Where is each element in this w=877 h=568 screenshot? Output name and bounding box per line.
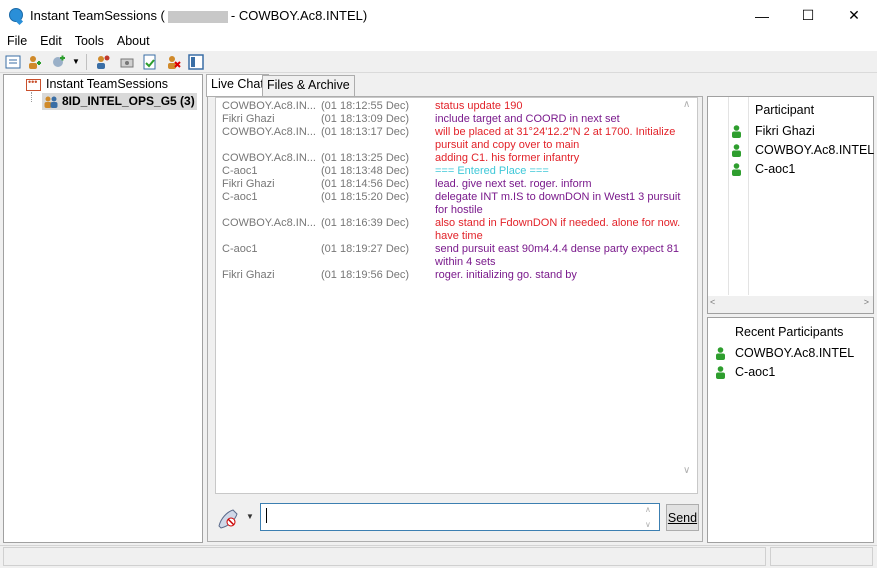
menu-about[interactable]: About	[110, 31, 156, 51]
message-sender: Fikri Ghazi	[222, 113, 275, 125]
horizontal-scrollbar[interactable]: < >	[708, 296, 873, 313]
maximize-button[interactable]: ☐	[785, 0, 831, 31]
tree-item-label: 8ID_INTEL_OPS_G5 (3)	[62, 94, 195, 108]
message-timestamp: (01 18:16:39 Dec)	[321, 217, 410, 229]
panel-layout-icon[interactable]	[188, 54, 204, 70]
remove-user-icon[interactable]	[165, 54, 181, 70]
menu-edit[interactable]: Edit	[33, 31, 68, 51]
title-suffix: - COWBOY.Ac8.INTEL)	[230, 8, 368, 23]
message-timestamp: (01 18:15:20 Dec)	[321, 191, 410, 203]
message-sender: COWBOY.Ac8.IN...	[222, 217, 316, 229]
message-text: adding C1. his former infantry	[435, 152, 580, 164]
person-icon	[716, 366, 725, 379]
redacted-username	[167, 10, 228, 23]
document-check-icon[interactable]	[142, 54, 158, 70]
window-title: Instant TeamSessions ( - COWBOY.Ac8.INTEL…	[30, 8, 367, 23]
participant-item[interactable]: COWBOY.Ac8.INTEL	[755, 143, 874, 157]
message-timestamp: (01 18:12:55 Dec)	[321, 100, 410, 112]
add-dropdown-icon[interactable]	[50, 54, 66, 70]
users-icon[interactable]	[95, 54, 111, 70]
menu-tools[interactable]: Tools	[68, 31, 110, 51]
emoticon-icon[interactable]	[215, 506, 241, 530]
message-sender: Fikri Ghazi	[222, 178, 275, 190]
message-text: send pursuit east 90m4.4.4 dense party e…	[435, 243, 679, 268]
dropdown-arrow-icon[interactable]: ▼	[72, 57, 80, 66]
message-timestamp: (01 18:13:17 Dec)	[321, 126, 410, 138]
message-sender: COWBOY.Ac8.IN...	[222, 100, 316, 112]
message-text: will be placed at 31°24'12.2"N 2 at 1700…	[435, 126, 676, 151]
tree-connector	[31, 92, 32, 102]
message-sender: COWBOY.Ac8.IN...	[222, 126, 316, 138]
scroll-right-icon[interactable]: >	[864, 297, 869, 307]
message-timestamp: (01 18:19:27 Dec)	[321, 243, 410, 255]
scroll-left-icon[interactable]: <	[710, 297, 715, 307]
group-icon	[44, 96, 58, 108]
status-pane-secondary	[770, 547, 873, 566]
person-icon	[732, 163, 741, 176]
message-text: roger. initializing go. stand by	[435, 269, 577, 281]
send-button[interactable]: Send	[666, 504, 699, 531]
session-tree	[3, 74, 203, 543]
tab-live-chat[interactable]: Live Chat	[206, 74, 269, 97]
status-pane-main	[3, 547, 766, 566]
minimize-button[interactable]: —	[739, 0, 785, 31]
broadcast-icon[interactable]	[119, 54, 135, 70]
menu-file[interactable]: File	[0, 31, 33, 51]
recent-participant-item[interactable]: C-aoc1	[735, 365, 775, 379]
scroll-down-icon[interactable]: ∨	[683, 465, 690, 476]
tab-files-archive[interactable]: Files & Archive	[262, 75, 355, 96]
recent-participant-item[interactable]: COWBOY.Ac8.INTEL	[735, 346, 854, 360]
participants-header[interactable]: Participant	[755, 103, 814, 117]
message-sender: Fikri Ghazi	[222, 269, 275, 281]
chat-transcript[interactable]: COWBOY.Ac8.IN... (01 18:12:55 Dec) status …	[215, 97, 698, 494]
close-button[interactable]: ✕	[831, 0, 877, 31]
team-sessions-icon	[26, 77, 41, 91]
menu-bar: File Edit Tools About	[0, 31, 877, 51]
message-timestamp: (01 18:19:56 Dec)	[321, 269, 410, 281]
message-text: === Entered Place ===	[435, 165, 549, 177]
message-text: also stand in FdownDON if needed. alone …	[435, 217, 681, 242]
title-prefix: Instant TeamSessions (	[30, 8, 165, 23]
person-icon	[732, 144, 741, 157]
message-text: delegate INT m.IS to downDON in West1 3 …	[435, 191, 681, 216]
message-input[interactable]	[260, 503, 660, 531]
message-sender: C-aoc1	[222, 243, 258, 255]
text-caret	[266, 508, 267, 523]
message-text: lead. give next set. roger. inform	[435, 178, 592, 190]
recent-participants-header: Recent Participants	[735, 325, 844, 339]
scroll-up-icon[interactable]: ∧	[683, 99, 690, 110]
person-icon	[716, 347, 725, 360]
participant-item[interactable]: C-aoc1	[755, 162, 795, 176]
column-divider	[748, 97, 749, 295]
add-user-icon[interactable]	[26, 54, 42, 70]
emoticon-dropdown-icon[interactable]: ▼	[246, 512, 254, 521]
column-divider	[728, 97, 729, 295]
session-list-icon[interactable]	[5, 54, 21, 70]
message-timestamp: (01 18:14:56 Dec)	[321, 178, 410, 190]
message-text: include target and COORD in next set	[435, 113, 620, 125]
message-sender: COWBOY.Ac8.IN...	[222, 152, 316, 164]
app-chat-icon	[9, 8, 23, 22]
message-timestamp: (01 18:13:25 Dec)	[321, 152, 410, 164]
message-timestamp: (01 18:13:48 Dec)	[321, 165, 410, 177]
message-timestamp: (01 18:13:09 Dec)	[321, 113, 410, 125]
message-text: status update 190	[435, 100, 523, 112]
message-sender: C-aoc1	[222, 165, 258, 177]
input-scroll-up-icon[interactable]: ∧	[645, 505, 651, 514]
participant-item[interactable]: Fikri Ghazi	[755, 124, 815, 138]
tree-root-label[interactable]: Instant TeamSessions	[46, 77, 168, 91]
toolbar-divider	[86, 54, 87, 70]
message-sender: C-aoc1	[222, 191, 258, 203]
input-scroll-down-icon[interactable]: ∨	[645, 520, 651, 529]
person-icon	[732, 125, 741, 138]
